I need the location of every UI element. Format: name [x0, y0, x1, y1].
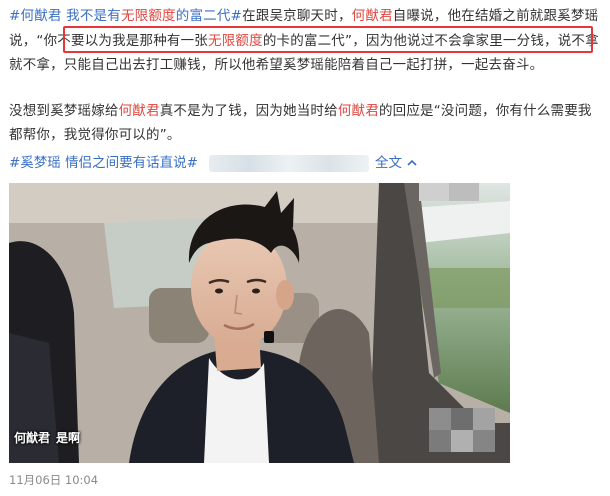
subtitle-text: 是啊: [56, 431, 81, 445]
paragraph-1: #何猷君 我不是有无限额度的富二代#在跟吴京聊天时，何猷君自曝说，他在结婚之前就…: [9, 8, 599, 73]
expand-fulltext-link[interactable]: 全文: [375, 151, 418, 175]
video-player[interactable]: 何猷君 是啊: [9, 183, 510, 463]
video-frame: [9, 183, 510, 463]
highlighted-quote: “你不要以为我是那种有一张无限额度的卡的富二代”: [36, 32, 353, 49]
post-timestamp: 11月06日 10:04: [9, 473, 99, 487]
hashtag-he-youjun[interactable]: #何猷君: [9, 8, 62, 24]
mention-he-youjun-2[interactable]: 何猷君: [119, 103, 160, 119]
post-body: #何猷君 我不是有无限额度的富二代#在跟吴京聊天时，何猷君自曝说，他在结婚之前就…: [9, 4, 603, 169]
paragraph-2: 没想到奚梦瑶嫁给何猷君真不是为了钱，因为她当时给何猷君的回应是“没问题，你有什么…: [9, 102, 592, 144]
keyword-unlimited-quota[interactable]: 无限额度: [208, 33, 263, 49]
subtitle-speaker: 何猷君: [14, 431, 51, 445]
hashtag-row: #奚梦瑶 情侣之间要有话直说#: [9, 151, 198, 175]
video-subtitle: 何猷君 是啊: [14, 429, 80, 446]
mention-he-youjun[interactable]: 何猷君: [352, 8, 393, 24]
blurred-text: [209, 155, 369, 172]
mention-he-youjun-3[interactable]: 何猷君: [338, 103, 379, 119]
chevron-up-icon: [407, 159, 417, 166]
hashtag-not-rich-kid[interactable]: 我不是有无限额度的富二代#: [66, 8, 242, 24]
hashtag-xi-mengyao[interactable]: #奚梦瑶 情侣之间要有话直说#: [9, 155, 198, 171]
